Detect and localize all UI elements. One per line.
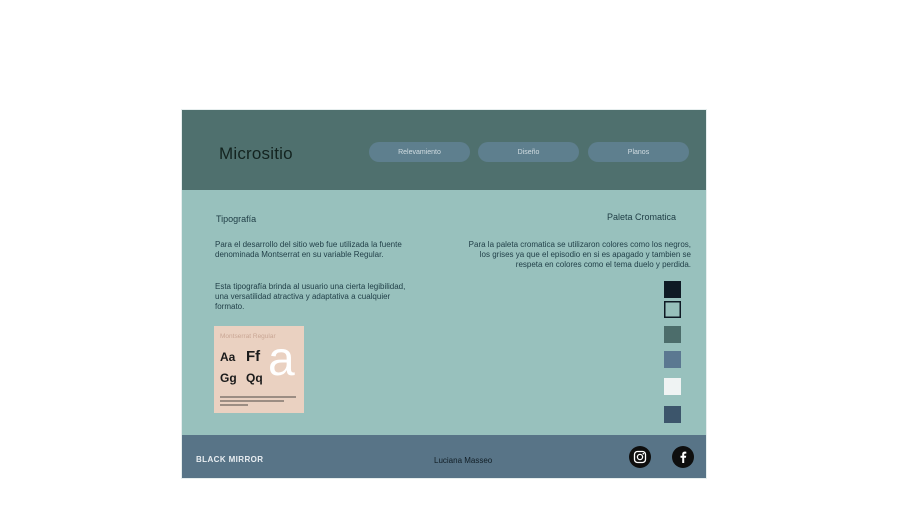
nav-button-planos[interactable]: Planos (588, 142, 689, 162)
author-name: Luciana Masseo (434, 456, 493, 465)
palette-paragraph: Para la paleta cromatica se utilizaron c… (468, 240, 691, 269)
specimen-numbers-line (220, 404, 248, 406)
specimen-big-glyph: a (268, 333, 295, 386)
microsite-mockup: Micrositio Relevamiento Diseño Planos Ti… (182, 110, 706, 478)
font-specimen-image: Montserrat Regular Aa Ff Gg Qq a (214, 326, 304, 413)
color-swatch-5 (664, 378, 681, 395)
specimen-glyph-ff: Ff (246, 348, 261, 365)
color-swatch-3 (664, 326, 681, 343)
nav-button-relevamiento[interactable]: Relevamiento (369, 142, 470, 162)
specimen-glyph-aa: Aa (220, 350, 236, 364)
site-title: Micrositio (219, 144, 293, 163)
color-swatch-1 (664, 281, 681, 298)
color-swatch-4 (664, 351, 681, 368)
facebook-icon[interactable] (672, 446, 694, 468)
nav-button-diseno[interactable]: Diseño (478, 142, 579, 162)
brand-logo-text: BLACK MIRROR (196, 455, 264, 464)
specimen-alphabet-line (220, 400, 284, 402)
specimen-alphabet-line (220, 396, 296, 398)
palette-title: Paleta Cromatica (606, 212, 676, 222)
typography-title: Tipografía (216, 214, 257, 224)
footer: BLACK MIRROR Luciana Masseo (182, 435, 706, 478)
typography-paragraph-1: Para el desarrollo del sitio web fue uti… (215, 240, 402, 259)
specimen-glyph-gg: Gg (220, 371, 237, 385)
typography-paragraph-2: Esta tipografía brinda al usuario una ci… (215, 282, 406, 311)
specimen-glyph-qq: Qq (246, 371, 263, 385)
instagram-icon[interactable] (629, 446, 651, 468)
header: Micrositio Relevamiento Diseño Planos (182, 110, 706, 190)
color-swatch-2 (664, 301, 681, 318)
color-swatch-6 (664, 406, 681, 423)
